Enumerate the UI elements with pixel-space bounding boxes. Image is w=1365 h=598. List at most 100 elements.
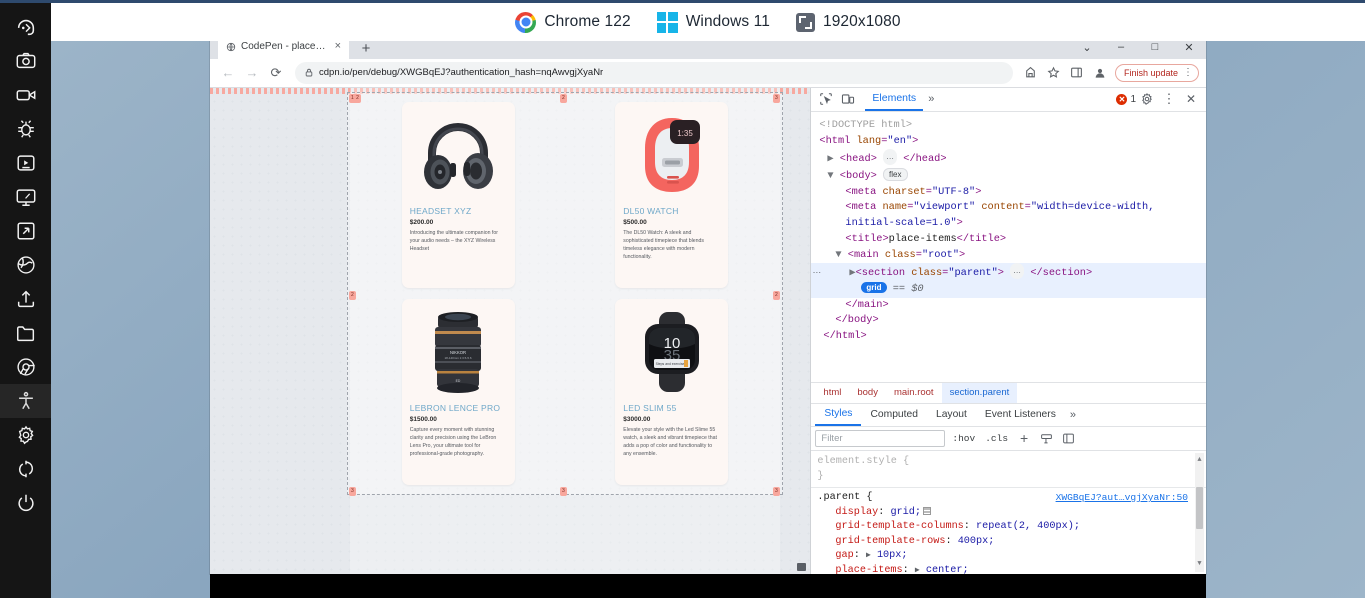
scroll-up-arrow-icon[interactable]: ▲ <box>1196 453 1203 468</box>
display-monitor-icon[interactable] <box>0 180 51 214</box>
error-count-badge[interactable]: ✕ 1 <box>1116 94 1136 105</box>
close-icon[interactable]: × <box>333 41 343 53</box>
grid-badge: 2 <box>349 291 356 300</box>
overflow-dots[interactable]: … <box>812 263 821 279</box>
tab-title: CodePen - place-items <box>241 41 328 52</box>
dom-line-head[interactable]: ▶ <head> … </head> <box>817 149 1206 168</box>
more-sub-tabs-icon[interactable]: » <box>1065 409 1081 421</box>
screenshot-camera-icon[interactable] <box>0 44 51 78</box>
scrollbar-thumb[interactable] <box>1196 487 1203 529</box>
hov-toggle[interactable]: :hov <box>949 433 978 444</box>
profile-avatar-icon[interactable] <box>1090 63 1110 83</box>
left-app-rail <box>0 0 51 598</box>
tab-computed[interactable]: Computed <box>861 404 927 426</box>
dom-line-grid-badge-row[interactable]: grid == $0 <box>811 282 1206 298</box>
dom-line-html[interactable]: <html lang="en"> <box>817 134 1206 150</box>
dom-line-section-selected[interactable]: …▶<section class="parent"> … </section> <box>811 263 1206 282</box>
expand-triangle-icon[interactable]: ▶ <box>866 551 871 560</box>
dom-line-main[interactable]: ▼ <main class="root"> <box>817 248 1206 264</box>
debug-bug-icon[interactable] <box>0 112 51 146</box>
tray-marker-icon <box>797 563 806 571</box>
new-style-rule-icon[interactable]: + <box>1015 429 1033 447</box>
dom-line-body-close[interactable]: </body> <box>817 313 1206 329</box>
page-viewport: HEADSET XYZ $200.00 Introducing the ulti… <box>210 88 810 574</box>
restart-sync-icon[interactable] <box>0 452 51 486</box>
side-panel-icon[interactable] <box>1067 63 1087 83</box>
scroll-down-arrow-icon[interactable]: ▼ <box>1196 557 1203 572</box>
devtools-kebab-icon[interactable]: ⋮ <box>1158 88 1180 110</box>
resolution-icon <box>796 13 815 32</box>
dom-line-html-close[interactable]: </html> <box>817 329 1206 345</box>
print-style-icon[interactable] <box>1037 429 1055 447</box>
filter-input[interactable]: Filter <box>815 430 945 447</box>
settings-gear-icon[interactable] <box>0 418 51 452</box>
grid-badge-devtools[interactable]: grid <box>861 282 886 293</box>
product-card[interactable]: HEADSET XYZ $200.00 Introducing the ulti… <box>402 102 515 288</box>
power-icon[interactable] <box>0 486 51 520</box>
declaration[interactable]: grid-template-columns: repeat(2, 400px); <box>817 520 1206 535</box>
upload-icon[interactable] <box>0 282 51 316</box>
breadcrumb-section-parent[interactable]: section.parent <box>942 383 1018 403</box>
network-globe-icon[interactable] <box>0 248 51 282</box>
rule-origin-link[interactable]: XWGBqEJ?aut…vgjXyaNr:50 <box>1056 491 1188 506</box>
device-toolbar-icon[interactable] <box>837 88 859 110</box>
gear-icon[interactable] <box>1136 88 1158 110</box>
forward-icon[interactable]: → <box>241 62 263 84</box>
app-logo-icon[interactable] <box>0 10 51 44</box>
omnibox-row: ← → ⟳ cdpn.io/pen/debug/XWGBqEJ?authenti… <box>210 59 1206 88</box>
tab-elements[interactable]: Elements <box>865 88 923 111</box>
breadcrumb-body[interactable]: body <box>849 383 886 403</box>
section-parent-grid: HEADSET XYZ $200.00 Introducing the ulti… <box>347 92 783 495</box>
toggle-sidebar-icon[interactable] <box>1059 429 1077 447</box>
breadcrumb-html[interactable]: html <box>815 383 849 403</box>
cls-toggle[interactable]: .cls <box>982 433 1011 444</box>
screen-root: Chrome 122 Windows 11 1920x1080 CodePen … <box>0 0 1365 598</box>
share-icon[interactable] <box>1021 63 1041 83</box>
declaration[interactable]: grid-template-rows: 400px; <box>817 535 1206 550</box>
star-icon[interactable] <box>1044 63 1064 83</box>
dom-line-main-close[interactable]: </main> <box>817 298 1206 314</box>
parent-rule[interactable]: .parent { XWGBqEJ?aut…vgjXyaNr:50 displa… <box>817 491 1206 574</box>
expand-triangle-icon[interactable]: ▶ <box>915 566 920 574</box>
declaration[interactable]: place-items: ▶ center; <box>817 564 1206 574</box>
open-external-icon[interactable] <box>0 214 51 248</box>
product-description: The DL50 Watch: A sleek and sophisticate… <box>623 229 720 261</box>
chrome-browser-icon[interactable] <box>0 350 51 384</box>
flex-badge[interactable]: flex <box>883 168 907 181</box>
product-card[interactable]: 10 35 Steps and exercise LED SLIM 55 $30… <box>615 299 728 485</box>
dom-line-body[interactable]: ▼ <body> flex <box>817 168 1206 185</box>
folder-icon[interactable] <box>0 316 51 350</box>
dom-tree: <!DOCTYPE html> <html lang="en"> ▶ <head… <box>811 112 1206 382</box>
accessibility-icon[interactable] <box>0 384 51 418</box>
css-pane-scrollbar[interactable]: ▲ ▼ <box>1195 453 1204 572</box>
declaration[interactable]: gap: ▶ 10px; <box>817 549 1206 564</box>
grid-badge: 3 <box>560 487 567 496</box>
dom-line-title[interactable]: <title>place-items</title> <box>817 232 1206 248</box>
declaration[interactable]: display: grid; <box>817 506 1206 521</box>
tab-styles[interactable]: Styles <box>815 404 861 426</box>
product-card[interactable]: 1:35 DL50 WATCH $500.00 The DL50 Watch: … <box>615 102 728 288</box>
record-video-icon[interactable] <box>0 78 51 112</box>
element-style-rule[interactable]: element.style { } <box>817 455 1206 484</box>
windows-logo-icon <box>657 12 678 33</box>
devtools-close-icon[interactable]: ✕ <box>1180 88 1202 110</box>
play-session-icon[interactable] <box>0 146 51 180</box>
dom-line-meta-viewport[interactable]: <meta name="viewport" content="width=dev… <box>817 200 1206 231</box>
kebab-icon[interactable]: ⋮ <box>1183 67 1193 78</box>
inspect-element-icon[interactable] <box>815 88 837 110</box>
product-card[interactable]: NIKKOR 18-140mm 1:3.5-5.6 ED LEBRON LENC… <box>402 299 515 485</box>
finish-update-button[interactable]: Finish update ⋮ <box>1115 64 1199 82</box>
grid-swatch-icon[interactable] <box>923 507 931 515</box>
back-icon[interactable]: ← <box>217 62 239 84</box>
dom-line-doctype[interactable]: <!DOCTYPE html> <box>817 118 1206 134</box>
address-bar[interactable]: cdpn.io/pen/debug/XWGBqEJ?authentication… <box>295 62 1013 84</box>
tab-event-listeners[interactable]: Event Listeners <box>976 404 1065 426</box>
chrome-logo-icon <box>515 12 536 33</box>
meta-resolution: 1920x1080 <box>796 13 901 32</box>
breadcrumb-main-root[interactable]: main.root <box>886 383 942 403</box>
reload-icon[interactable]: ⟳ <box>265 62 287 84</box>
more-tabs-icon[interactable]: » <box>923 93 939 105</box>
dom-line-meta-charset[interactable]: <meta charset="UTF-8"> <box>817 185 1206 201</box>
tab-layout[interactable]: Layout <box>927 404 976 426</box>
rule-divider <box>811 487 1206 488</box>
